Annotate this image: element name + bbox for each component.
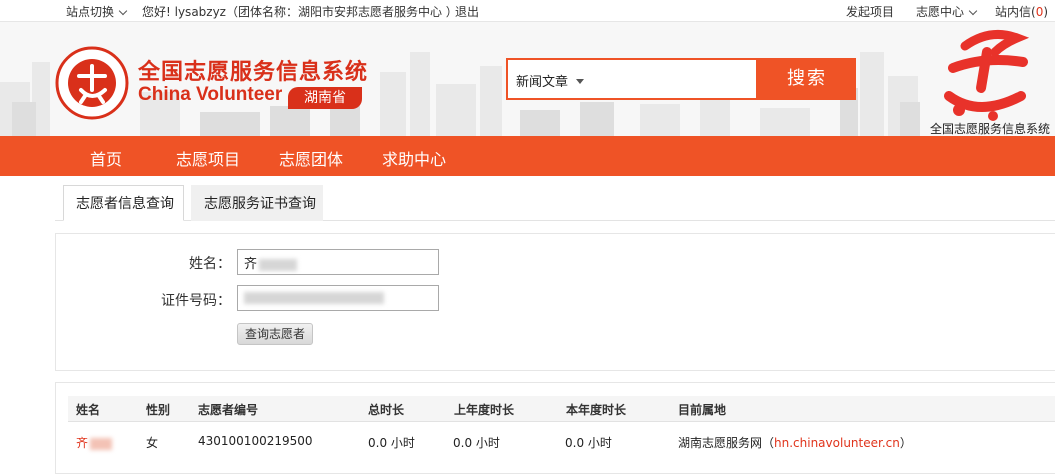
site-title-cn: 全国志愿服务信息系统	[138, 60, 369, 85]
brand-caption: 全国志愿服务信息系统	[930, 122, 1051, 136]
search-category-select[interactable]: 新闻文章	[516, 71, 585, 90]
logout-link[interactable]: 退出	[455, 3, 479, 20]
inbox-link[interactable]: 站内信(0)	[995, 3, 1048, 20]
chevron-down-icon	[118, 6, 128, 16]
top-bar: 站点切换 您好! lysabzyz（团体名称：湖阳市安邦志愿者服务中心 ） 退出…	[0, 0, 1055, 22]
query-form: 姓名： 齐 证件号码： 查询志愿者	[55, 233, 1055, 371]
id-number-label: 证件号码：	[161, 293, 231, 309]
search-input[interactable]: 新闻文章	[506, 58, 758, 100]
row-total-hours: 0.0 小时	[368, 436, 415, 450]
nav-help-center[interactable]: 求助中心	[382, 146, 446, 170]
site-switch-label: 站点切换	[66, 5, 115, 19]
volunteer-brand-mark	[944, 29, 1030, 121]
column-header-name: 姓名	[76, 403, 101, 417]
search-button[interactable]: 搜索	[758, 58, 856, 100]
column-header-last-year: 上年度时长	[454, 403, 515, 417]
inbox-label: 站内信(	[995, 5, 1036, 19]
row-number: 430100100219500	[198, 434, 313, 448]
site-title-en: China Volunteer	[138, 84, 283, 105]
redacted-mask	[90, 437, 113, 450]
name-input-value: 齐	[244, 257, 258, 272]
column-header-total: 总时长	[368, 403, 405, 417]
location-link[interactable]: hn.chinavolunteer.cn	[774, 436, 900, 450]
row-name-link[interactable]: 齐	[76, 434, 113, 451]
nav-organizations[interactable]: 志愿团体	[279, 146, 343, 170]
table-header: 姓名 性别 志愿者编号 总时长 上年度时长 本年度时长 目前属地	[68, 396, 1055, 422]
id-number-input[interactable]	[237, 285, 439, 311]
location-prefix: 湖南志愿服务网（	[678, 436, 775, 450]
volunteer-center-label: 志愿中心	[916, 5, 965, 19]
row-last-year-hours: 0.0 小时	[453, 436, 500, 450]
query-volunteer-button[interactable]: 查询志愿者	[237, 323, 313, 345]
row-this-year-hours: 0.0 小时	[565, 436, 612, 450]
location-suffix: ）	[899, 436, 912, 450]
column-header-number: 志愿者编号	[198, 403, 259, 417]
search-category-label: 新闻文章	[516, 75, 569, 90]
caret-down-icon	[576, 79, 585, 84]
row-location: 湖南志愿服务网（hn.chinavolunteer.cn）	[678, 434, 912, 451]
name-label: 姓名：	[189, 256, 231, 272]
results-table: 姓名 性别 志愿者编号 总时长 上年度时长 本年度时长 目前属地 齐 女 430…	[55, 382, 1055, 474]
tab-volunteer-query[interactable]: 志愿者信息查询	[63, 185, 184, 221]
column-header-this-year: 本年度时长	[566, 403, 627, 417]
row-gender: 女	[146, 436, 159, 450]
user-greeting: 您好! lysabzyz（团体名称：湖阳市安邦志愿者服务中心 ）	[142, 5, 458, 19]
province-badge: 湖南省	[288, 87, 362, 109]
inbox-label-close: )	[1043, 5, 1049, 19]
volunteer-center-dropdown[interactable]: 志愿中心	[916, 3, 978, 20]
nav-home[interactable]: 首页	[90, 146, 122, 170]
name-input[interactable]: 齐	[237, 249, 439, 275]
site-header: 全国志愿服务信息系统 China Volunteer 湖南省 新闻文章 搜索 全…	[0, 22, 1055, 136]
nav-projects[interactable]: 志愿项目	[176, 146, 240, 170]
column-header-gender: 性别	[146, 403, 171, 417]
main-nav: 首页 志愿项目 志愿团体 求助中心	[0, 136, 1055, 176]
tab-certificate-query[interactable]: 志愿服务证书查询	[191, 185, 323, 221]
volunteer-emblem-logo[interactable]	[55, 46, 129, 120]
column-header-location: 目前属地	[678, 403, 727, 417]
chevron-down-icon	[968, 6, 978, 16]
row-name-text: 齐	[76, 436, 89, 450]
redacted-mask	[244, 292, 384, 304]
site-switch-dropdown[interactable]: 站点切换	[66, 3, 128, 20]
redacted-mask	[259, 258, 298, 271]
publish-project-link[interactable]: 发起项目	[846, 3, 894, 20]
